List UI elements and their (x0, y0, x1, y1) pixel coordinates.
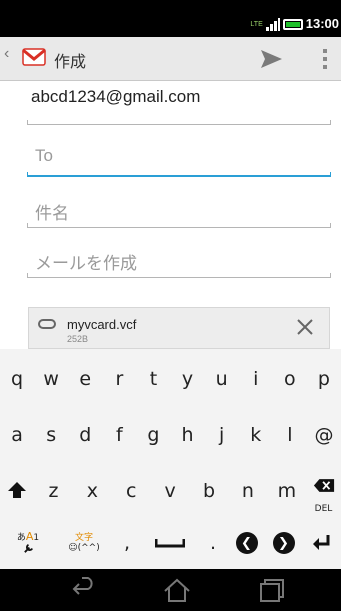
enter-key[interactable] (302, 517, 341, 569)
key-v[interactable]: v (151, 463, 190, 519)
key-b[interactable]: b (190, 463, 229, 519)
compose-form: abcd1234@gmail.com To 件名 メールを作成 myvcard.… (0, 81, 341, 349)
key-d[interactable]: d (68, 407, 102, 463)
key-p[interactable]: p (307, 351, 341, 407)
action-bar: ‹ 作成 (0, 37, 341, 81)
space-bar-icon (155, 539, 185, 548)
key-r[interactable]: r (102, 351, 136, 407)
key-l[interactable]: l (273, 407, 307, 463)
key-h[interactable]: h (171, 407, 205, 463)
key-n[interactable]: n (229, 463, 268, 519)
emoji-label: ☺(^^) (68, 542, 100, 553)
key-x[interactable]: x (73, 463, 112, 519)
attachment-card[interactable]: myvcard.vcf 252B (28, 307, 330, 349)
key-g[interactable]: g (136, 407, 170, 463)
subject-underline (27, 223, 331, 228)
period-key[interactable]: . (198, 517, 228, 569)
key-at[interactable]: @ (307, 407, 341, 463)
backspace-icon (313, 478, 334, 492)
cursor-right-key[interactable]: ❯ (265, 517, 302, 569)
cursor-left-key[interactable]: ❮ (228, 517, 265, 569)
back-icon[interactable] (70, 577, 98, 603)
status-icons: LTE 13:00 (250, 17, 339, 31)
body-underline (27, 273, 331, 278)
wrench-icon (23, 544, 33, 553)
key-i[interactable]: i (239, 351, 273, 407)
subject-field[interactable]: 件名 (35, 199, 69, 224)
signal-icon (265, 17, 280, 31)
attachment-size: 252B (67, 334, 89, 344)
paperclip-icon (38, 319, 56, 329)
mode-hiragana: あ (16, 533, 26, 543)
key-u[interactable]: u (205, 351, 239, 407)
mode-number: 1 (33, 533, 40, 543)
battery-icon (282, 18, 303, 30)
arrow-right-icon: ❯ (272, 532, 295, 554)
recent-apps-icon[interactable] (258, 577, 286, 603)
key-k[interactable]: k (239, 407, 273, 463)
overflow-menu-icon[interactable] (323, 49, 327, 69)
from-account[interactable]: abcd1234@gmail.com (31, 87, 200, 107)
key-o[interactable]: o (273, 351, 307, 407)
body-field[interactable]: メールを作成 (35, 249, 137, 274)
key-j[interactable]: j (205, 407, 239, 463)
from-underline (27, 120, 331, 125)
emoji-mode-key[interactable]: 文字 ☺(^^) (56, 517, 112, 569)
clock: 13:00 (305, 16, 339, 31)
key-c[interactable]: c (112, 463, 151, 519)
shift-key[interactable] (0, 463, 34, 517)
moji-label: 文字 (74, 532, 93, 543)
arrow-left-icon: ❮ (235, 532, 258, 554)
software-keyboard: qwertyuiop a s d f g h j k l @ zxcvbnm DEL あA1 文字… (0, 349, 341, 569)
close-icon[interactable] (295, 317, 315, 337)
navigation-bar (0, 569, 341, 611)
key-w[interactable]: w (34, 351, 68, 407)
up-chevron-icon[interactable]: ‹ (4, 45, 9, 63)
lte-indicator: LTE (250, 20, 263, 28)
to-underline (27, 172, 331, 177)
key-e[interactable]: e (68, 351, 102, 407)
key-m[interactable]: m (267, 463, 306, 519)
attachment-name: myvcard.vcf (67, 317, 137, 332)
status-bar: LTE 13:00 (0, 0, 341, 37)
delete-key[interactable]: DEL (306, 463, 341, 517)
shift-arrow-icon (8, 482, 26, 498)
key-a[interactable]: a (0, 407, 34, 463)
enter-icon (312, 535, 329, 550)
key-t[interactable]: t (136, 351, 170, 407)
key-q[interactable]: q (0, 351, 34, 407)
to-field[interactable]: To (35, 146, 53, 166)
page-title: 作成 (54, 54, 87, 71)
key-z[interactable]: z (34, 463, 73, 519)
key-y[interactable]: y (171, 351, 205, 407)
key-f[interactable]: f (102, 407, 136, 463)
input-mode-key[interactable]: あA1 (0, 517, 56, 569)
comma-key[interactable]: , (112, 517, 142, 569)
home-icon[interactable] (163, 577, 191, 603)
space-key[interactable] (142, 517, 198, 569)
send-icon[interactable] (259, 47, 283, 71)
gmail-logo-icon[interactable] (22, 47, 46, 67)
key-s[interactable]: s (34, 407, 68, 463)
delete-key-label: DEL (314, 504, 333, 514)
